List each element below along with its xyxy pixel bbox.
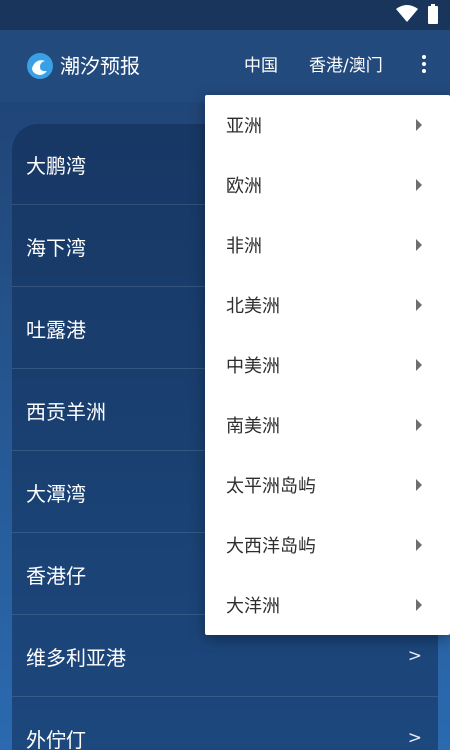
list-item-label: 海下湾 bbox=[26, 235, 86, 260]
submenu-arrow-icon bbox=[416, 539, 422, 551]
list-item[interactable]: 外佇仃 > bbox=[12, 698, 438, 750]
app-logo-icon bbox=[27, 53, 53, 79]
app-title: 潮汐预报 bbox=[60, 54, 140, 78]
menu-item-label: 南美洲 bbox=[226, 416, 280, 437]
submenu-arrow-icon bbox=[416, 359, 422, 371]
menu-item-label: 亚洲 bbox=[226, 116, 262, 137]
menu-item-north-america[interactable]: 北美洲 bbox=[205, 275, 450, 335]
submenu-arrow-icon bbox=[416, 419, 422, 431]
app-bar: 潮汐预报 中国 香港/澳门 bbox=[0, 30, 450, 102]
battery-icon bbox=[428, 4, 438, 24]
list-item-label: 大鹏湾 bbox=[26, 153, 86, 178]
menu-item-label: 大洋洲 bbox=[226, 596, 280, 617]
list-item-label: 大潭湾 bbox=[26, 481, 86, 506]
menu-item-asia[interactable]: 亚洲 bbox=[205, 95, 450, 155]
menu-item-label: 太平洲岛屿 bbox=[226, 476, 316, 497]
menu-item-label: 中美洲 bbox=[226, 356, 280, 377]
menu-item-label: 欧洲 bbox=[226, 176, 262, 197]
menu-item-central-america[interactable]: 中美洲 bbox=[205, 335, 450, 395]
tab-china[interactable]: 中国 bbox=[244, 53, 278, 79]
submenu-arrow-icon bbox=[416, 239, 422, 251]
tab-hongkong-macau[interactable]: 香港/澳门 bbox=[309, 53, 383, 79]
menu-item-africa[interactable]: 非洲 bbox=[205, 215, 450, 275]
submenu-arrow-icon bbox=[416, 599, 422, 611]
submenu-arrow-icon bbox=[416, 179, 422, 191]
chevron-right-icon: > bbox=[407, 646, 422, 666]
menu-item-label: 非洲 bbox=[226, 236, 262, 257]
submenu-arrow-icon bbox=[416, 479, 422, 491]
menu-item-label: 大西洋岛屿 bbox=[226, 536, 316, 557]
list-item-label: 外佇仃 bbox=[26, 727, 86, 750]
list-item-label: 香港仔 bbox=[26, 563, 86, 588]
submenu-arrow-icon bbox=[416, 299, 422, 311]
menu-item-pacific-islands[interactable]: 太平洲岛屿 bbox=[205, 455, 450, 515]
menu-item-atlantic-islands[interactable]: 大西洋岛屿 bbox=[205, 515, 450, 575]
wifi-icon bbox=[396, 5, 418, 22]
menu-item-south-america[interactable]: 南美洲 bbox=[205, 395, 450, 455]
submenu-arrow-icon bbox=[416, 119, 422, 131]
menu-item-europe[interactable]: 欧洲 bbox=[205, 155, 450, 215]
list-item-label: 维多利亚港 bbox=[26, 645, 126, 670]
more-vert-icon[interactable] bbox=[414, 52, 434, 80]
menu-item-oceania[interactable]: 大洋洲 bbox=[205, 575, 450, 635]
status-icons bbox=[396, 4, 438, 24]
list-item-label: 吐露港 bbox=[26, 317, 86, 342]
list-item-label: 西贡羊洲 bbox=[26, 399, 106, 424]
region-dropdown-menu: 亚洲 欧洲 非洲 北美洲 中美洲 南美洲 太平洲岛屿 大西洋岛屿 大洋洲 bbox=[205, 95, 450, 635]
chevron-right-icon: > bbox=[407, 728, 422, 748]
status-bar bbox=[0, 0, 450, 30]
menu-item-label: 北美洲 bbox=[226, 296, 280, 317]
